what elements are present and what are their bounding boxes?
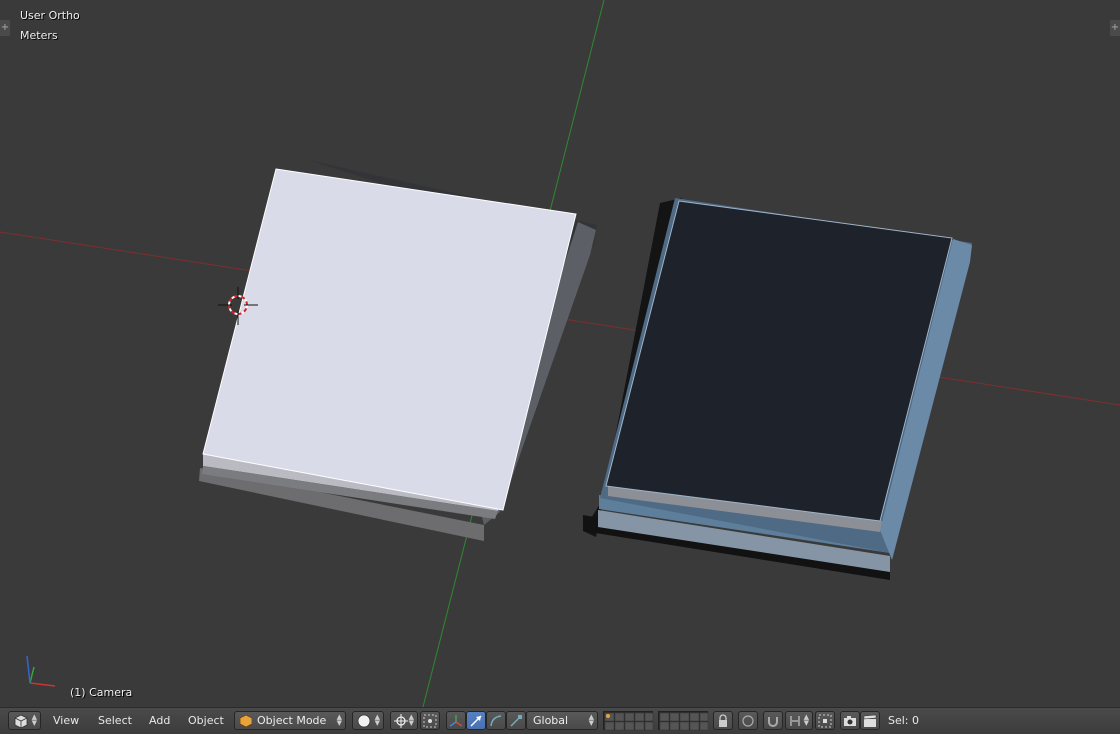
layer-grid[interactable] xyxy=(604,712,654,731)
rotate-manipulator-button[interactable] xyxy=(486,711,506,730)
book-dark[interactable] xyxy=(583,198,972,580)
manipulator-axes-icon xyxy=(449,715,463,727)
region-toggle-left-icon[interactable]: + xyxy=(0,20,10,36)
solid-sphere-icon xyxy=(357,714,371,728)
updown-arrows-icon: ▲ ▼ xyxy=(31,713,37,727)
menu-object[interactable]: Object xyxy=(188,711,224,730)
mode-dropdown[interactable]: Object Mode ▲ ▼ xyxy=(234,711,346,730)
book-light[interactable] xyxy=(199,160,597,541)
active-object-label: (1) Camera xyxy=(70,686,133,699)
units-label: Meters xyxy=(20,29,58,42)
pivot-icon xyxy=(394,714,408,728)
manipulate-center-button[interactable] xyxy=(420,711,440,730)
gizmo-z-line xyxy=(26,655,31,684)
snap-target-button[interactable] xyxy=(815,711,835,730)
object-mode-icon xyxy=(240,715,252,727)
scale-manipulator-button[interactable] xyxy=(506,711,526,730)
manipulator-toggle-button[interactable] xyxy=(446,711,466,730)
updown-arrows-icon: ▲ ▼ xyxy=(336,713,342,727)
3d-viewport[interactable]: User Ortho Meters (1) Camera + + xyxy=(0,0,1120,707)
translate-arrow-icon xyxy=(470,715,482,727)
snap-toggle-button[interactable] xyxy=(763,711,783,730)
render-opengl-button[interactable] xyxy=(840,711,860,730)
lock-layers-button[interactable] xyxy=(713,711,733,730)
lock-icon xyxy=(719,714,727,727)
layer-grid[interactable] xyxy=(659,712,709,731)
camera-icon xyxy=(844,716,856,726)
gizmo-y-line xyxy=(29,666,35,684)
magnet-icon xyxy=(768,717,778,727)
selection-count: Sel: 0 xyxy=(888,714,920,727)
region-toggle-right-icon[interactable]: + xyxy=(1110,20,1120,36)
snap-element-dropdown[interactable]: ▲ ▼ xyxy=(785,711,813,730)
editor-type-button[interactable]: ▲ ▼ xyxy=(8,711,41,730)
axis-gizmo xyxy=(26,655,56,687)
menu-view[interactable]: View xyxy=(53,711,79,730)
viewport-shading-button[interactable]: ▲ ▼ xyxy=(352,711,384,730)
layers-group-2[interactable] xyxy=(658,711,709,731)
transform-orientation-dropdown[interactable]: Global ▲ ▼ xyxy=(526,711,598,730)
gizmo-x-line xyxy=(29,682,56,687)
updown-arrows-icon: ▲ ▼ xyxy=(803,713,809,727)
clapperboard-icon xyxy=(863,714,877,727)
updown-arrows-icon: ▲ ▼ xyxy=(588,713,594,727)
view-name-label: User Ortho xyxy=(20,9,80,22)
book-light-cover xyxy=(202,168,577,511)
menu-add[interactable]: Add xyxy=(149,711,170,730)
updown-arrows-icon: ▲ ▼ xyxy=(374,713,380,727)
cube-icon xyxy=(14,714,28,728)
pivot-point-button[interactable]: ▲ ▼ xyxy=(390,711,418,730)
center-points-icon xyxy=(423,714,437,728)
render-animation-button[interactable] xyxy=(860,711,880,730)
layers-group-1[interactable] xyxy=(603,711,654,731)
orientation-label: Global xyxy=(533,714,569,727)
mode-label: Object Mode xyxy=(257,714,327,727)
scene-canvas[interactable] xyxy=(0,0,1120,707)
viewport-header: ▲ ▼ View Select Add Object Object Mode ▲ ▼… xyxy=(0,707,1120,734)
proportional-editing-button[interactable] xyxy=(738,711,758,730)
menu-select[interactable]: Select xyxy=(98,711,132,730)
snap-increment-icon xyxy=(790,716,800,726)
translate-manipulator-button[interactable] xyxy=(466,711,486,730)
proportional-circle-icon xyxy=(742,715,754,727)
snap-target-icon xyxy=(818,714,832,728)
scale-icon xyxy=(510,715,522,727)
updown-arrows-icon: ▲ ▼ xyxy=(408,713,414,727)
rotate-arc-icon xyxy=(490,715,502,727)
